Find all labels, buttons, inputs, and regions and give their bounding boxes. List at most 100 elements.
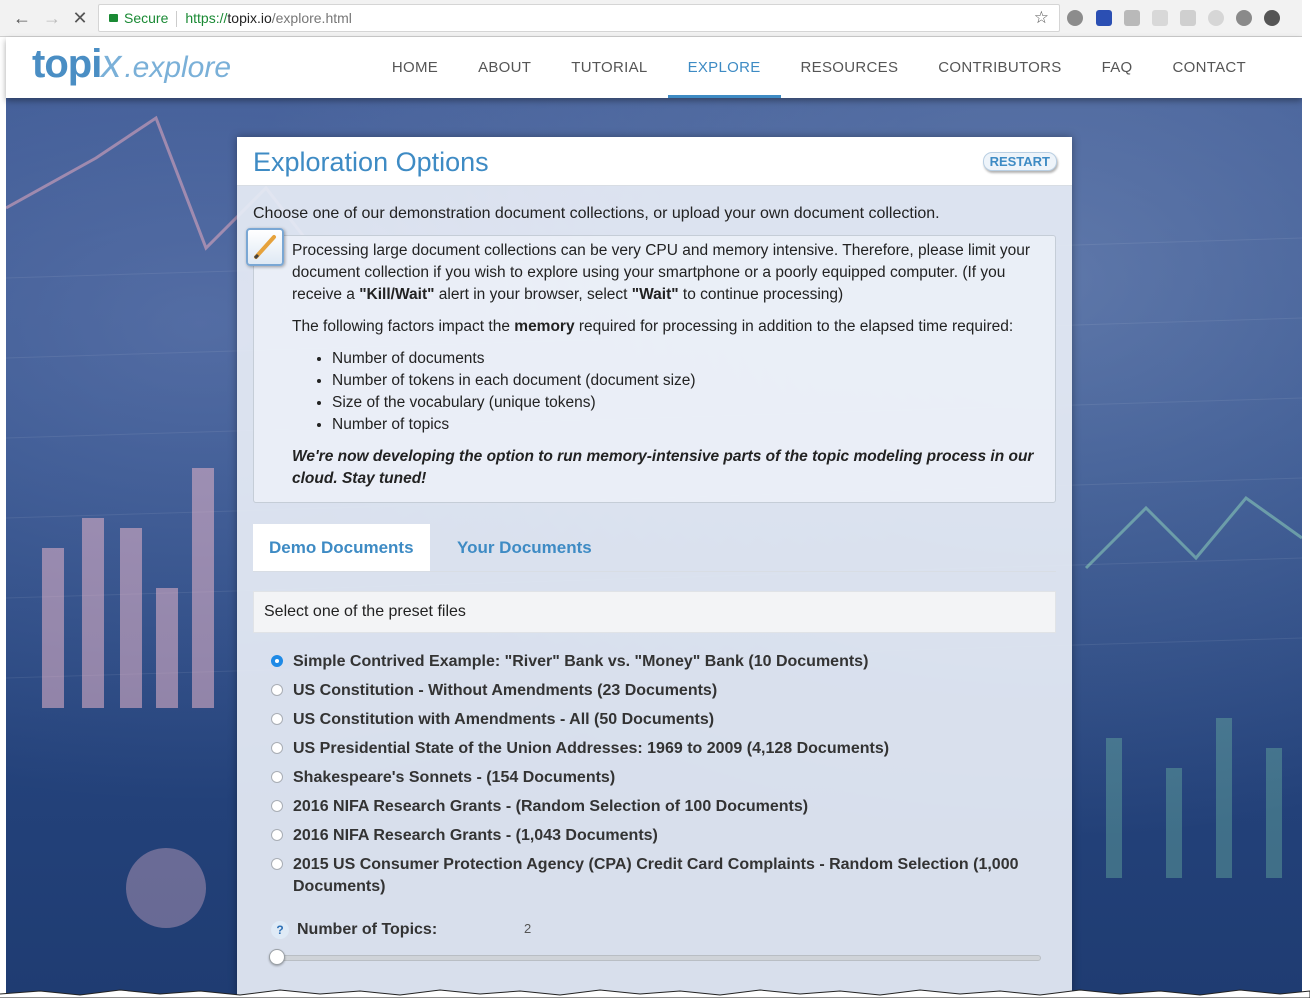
circle-extension-icon[interactable] (1208, 10, 1224, 26)
bookmark-star-icon[interactable]: ☆ (1034, 5, 1049, 31)
preset-label: 2016 NIFA Research Grants - (Random Sele… (293, 798, 809, 815)
preset-option[interactable]: US Constitution with Amendments - All (5… (271, 709, 1041, 731)
bg-bar (1106, 738, 1122, 878)
snowflake-extension-icon[interactable] (1152, 10, 1168, 26)
notice-text: The following factors impact the (292, 318, 515, 335)
ghost-extension-icon[interactable] (1236, 10, 1252, 26)
preset-label: 2015 US Consumer Protection Agency (CPA)… (293, 856, 1019, 895)
forward-arrow-icon[interactable]: → (42, 8, 62, 28)
factor-item: Size of the vocabulary (unique tokens) (332, 392, 1049, 414)
url-host: topix.io (227, 10, 272, 26)
bg-bar (120, 528, 142, 708)
preset-option[interactable]: US Constitution - Without Amendments (23… (271, 680, 1041, 702)
secure-label: Secure (124, 10, 169, 26)
radio-button[interactable] (271, 684, 283, 696)
nav-resources[interactable]: RESOURCES (781, 37, 919, 98)
radio-button[interactable] (271, 742, 283, 754)
bg-bar (1266, 748, 1282, 878)
tab-your-documents[interactable]: Your Documents (441, 524, 608, 571)
topix-logo[interactable]: topix .explore (32, 42, 231, 87)
slider-thumb[interactable] (269, 949, 285, 965)
main-nav: HOME ABOUT TUTORIAL EXPLORE RESOURCES CO… (372, 37, 1266, 98)
url-protocol: https:// (185, 10, 228, 26)
factor-item: Number of tokens in each document (docum… (332, 370, 1049, 392)
torn-edge-bottom (0, 989, 1310, 998)
bg-bar (156, 588, 178, 708)
stop-loading-icon[interactable]: ✕ (70, 8, 90, 28)
nav-tutorial[interactable]: TUTORIAL (551, 37, 667, 98)
preset-label: US Constitution - Without Amendments (23… (293, 682, 718, 699)
preset-label: Shakespeare's Sonnets - (154 Documents) (293, 769, 616, 786)
notice-text: to continue processing) (678, 286, 844, 303)
notice-body: Processing large document collections ca… (292, 240, 1049, 500)
topics-row: ? Number of Topics: 2 (271, 919, 1061, 943)
topics-label: Number of Topics: (297, 921, 438, 938)
notice-paragraph-2: The following factors impact the memory … (292, 316, 1049, 338)
preset-option[interactable]: 2016 NIFA Research Grants - (Random Sele… (271, 796, 1041, 818)
radio-button[interactable] (271, 829, 283, 841)
logo-sub: .explore (124, 51, 232, 84)
nav-explore[interactable]: EXPLORE (667, 37, 781, 98)
wait-label: "Wait" (631, 286, 679, 303)
bg-bar (42, 548, 64, 708)
notice-closing: We're now developing the option to run m… (292, 448, 1034, 487)
intro-text: Choose one of our demonstration document… (253, 205, 940, 222)
notice-paragraph-1: Processing large document collections ca… (292, 240, 1049, 306)
url-path: /explore.html (271, 10, 352, 26)
exploration-options-panel: Exploration Options RESTART Choose one o… (237, 137, 1072, 998)
topics-value: 2 (524, 921, 532, 936)
preset-label: US Constitution with Amendments - All (5… (293, 711, 715, 728)
slider-track[interactable] (271, 955, 1041, 961)
radio-button[interactable] (271, 655, 283, 667)
nav-home[interactable]: HOME (372, 37, 458, 98)
bg-bar (1166, 768, 1182, 878)
bg-bar (82, 518, 104, 708)
factor-list: Number of documents Number of tokens in … (292, 348, 1049, 436)
preset-heading: Select one of the preset files (253, 591, 1056, 633)
memory-notice: Processing large document collections ca… (246, 228, 1056, 503)
memory-label: memory (514, 318, 575, 335)
factor-item: Number of topics (332, 414, 1049, 436)
nav-about[interactable]: ABOUT (458, 37, 551, 98)
grid-extension-icon[interactable] (1180, 10, 1196, 26)
radio-button[interactable] (271, 771, 283, 783)
factor-item: Number of documents (332, 348, 1049, 370)
address-separator (176, 11, 178, 28)
tab-demo-documents[interactable]: Demo Documents (253, 524, 430, 571)
panel-title: Exploration Options (253, 147, 489, 177)
topics-slider[interactable] (269, 949, 1041, 965)
lock-icon (109, 14, 118, 22)
logo-main: topi (32, 42, 102, 86)
kill-wait-label: "Kill/Wait" (359, 286, 435, 303)
preset-list: Simple Contrived Example: "River" Bank v… (271, 651, 1041, 905)
nav-contact[interactable]: CONTACT (1153, 37, 1266, 98)
radio-button[interactable] (271, 713, 283, 725)
preset-option[interactable]: 2015 US Consumer Protection Agency (CPA)… (271, 854, 1041, 898)
address-bar[interactable]: Secure https://topix.io/explore.html ☆ (98, 4, 1060, 32)
bg-bar (1216, 718, 1232, 878)
help-icon[interactable]: ? (271, 921, 289, 939)
grammar-extension-icon[interactable] (1124, 10, 1140, 26)
torn-edge (1302, 0, 1310, 998)
adblock-extension-icon[interactable] (1067, 10, 1083, 26)
preset-option[interactable]: US Presidential State of the Union Addre… (271, 738, 1041, 760)
preset-option[interactable]: 2016 NIFA Research Grants - (1,043 Docum… (271, 825, 1041, 847)
logo-x: x (101, 42, 121, 86)
browser-toolbar: ← → ✕ Secure https://topix.io/explore.htm… (0, 0, 1310, 37)
nav-contributors[interactable]: CONTRIBUTORS (918, 37, 1081, 98)
preset-label: Simple Contrived Example: "River" Bank v… (293, 653, 869, 670)
document-tabs: Demo Documents Your Documents (253, 524, 1056, 572)
preset-option[interactable]: Shakespeare's Sonnets - (154 Documents) (271, 767, 1041, 789)
radio-button[interactable] (271, 800, 283, 812)
back-arrow-icon[interactable]: ← (12, 8, 32, 28)
site-header: topix .explore HOME ABOUT TUTORIAL EXPLOR… (6, 37, 1302, 98)
pencil-icon (246, 228, 284, 266)
preset-option[interactable]: Simple Contrived Example: "River" Bank v… (271, 651, 1041, 673)
sync-extension-icon[interactable] (1264, 10, 1280, 26)
preset-label: US Presidential State of the Union Addre… (293, 740, 890, 757)
restart-button[interactable]: RESTART (982, 152, 1057, 171)
zotero-extension-icon[interactable] (1096, 10, 1112, 26)
nav-faq[interactable]: FAQ (1082, 37, 1153, 98)
radio-button[interactable] (271, 858, 283, 870)
preset-label: 2016 NIFA Research Grants - (1,043 Docum… (293, 827, 658, 844)
